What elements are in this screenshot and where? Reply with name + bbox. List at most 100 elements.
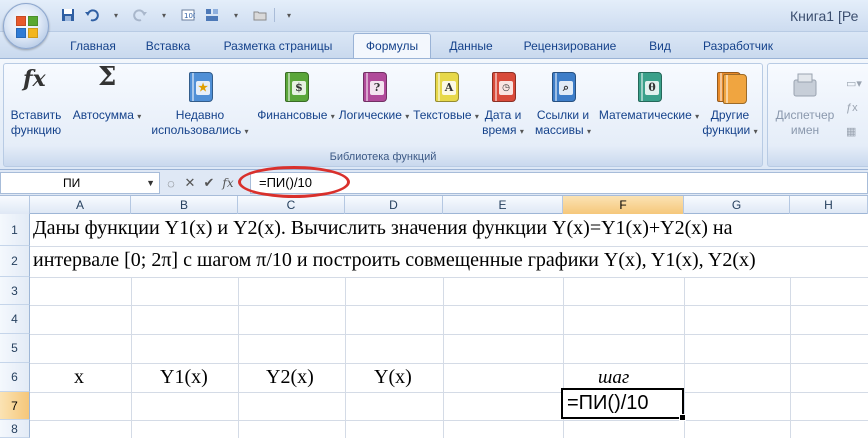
title-bar: ▾ ▾ 100 ▾ ▾ Книга1 [Ре xyxy=(0,0,868,32)
folder-icon[interactable] xyxy=(250,6,270,24)
office-button[interactable] xyxy=(3,3,49,49)
math-book-icon: θ xyxy=(632,70,666,104)
text-label: Текстовые xyxy=(413,108,472,122)
format-icon[interactable]: 100 xyxy=(178,6,198,24)
chevron-down-icon[interactable]: ▼ xyxy=(146,173,155,193)
autosum-label: Автосумма xyxy=(72,108,134,122)
office-logo-icon xyxy=(15,15,39,39)
row-header-1[interactable]: 1 xyxy=(0,214,30,246)
svg-text:100: 100 xyxy=(184,12,195,20)
highlight-circle xyxy=(238,166,350,198)
create-from-selection-icon[interactable]: ▦ xyxy=(846,120,862,144)
insert-function-icon[interactable]: fx xyxy=(221,176,235,190)
undo-icon[interactable] xyxy=(82,6,102,24)
column-header-e[interactable]: E xyxy=(443,196,563,214)
recently-used-button[interactable]: ★ Недавно использовались ▾ xyxy=(144,70,256,139)
function-library-group: fx Вставить функцию Σ Автосумма ▾ ★ Неда… xyxy=(3,63,763,167)
cell-c6[interactable]: Y2(x) xyxy=(266,366,314,389)
cell-a1[interactable]: Даны функции Y1(x) и Y2(x). Вычислить зн… xyxy=(33,217,732,240)
name-manager-label-1: Диспетчер xyxy=(775,108,835,122)
tab-view[interactable]: Вид xyxy=(640,36,680,58)
lookup-label-1: Ссылки и xyxy=(536,108,590,122)
chevron-down-icon: ▾ xyxy=(586,127,591,136)
financial-book-icon: $ xyxy=(279,70,313,104)
date-time-button[interactable]: ◷ Дата и время ▾ xyxy=(476,70,530,139)
chevron-down-icon: ▾ xyxy=(330,112,335,121)
cell-b6[interactable]: Y1(x) xyxy=(160,366,208,389)
column-header-c[interactable]: C xyxy=(238,196,345,214)
customize-icon[interactable]: ▾ xyxy=(279,6,299,24)
cancel-icon[interactable]: ✕ xyxy=(183,175,197,191)
column-headers: A B C D E F G H xyxy=(0,196,868,214)
more-functions-label-2: функции xyxy=(702,123,751,137)
star-book-icon: ★ xyxy=(183,70,217,104)
cell-a2[interactable]: интервале [0; 2π] с шагом π/10 и построи… xyxy=(33,249,756,272)
row-header-8[interactable]: 8 xyxy=(0,420,30,438)
use-in-formula-icon[interactable]: ƒx xyxy=(846,96,862,120)
chevron-down-icon: ▾ xyxy=(137,112,142,121)
column-header-a[interactable]: A xyxy=(30,196,131,214)
cell-a6[interactable]: x xyxy=(74,366,84,389)
column-header-g[interactable]: G xyxy=(684,196,790,214)
row-header-7[interactable]: 7 xyxy=(0,392,30,420)
math-trig-button[interactable]: θ Математические ▾ xyxy=(596,70,702,124)
recently-used-label-1: Недавно xyxy=(175,108,225,122)
formula-buttons: ◌ ✕ ✔ fx xyxy=(164,173,235,193)
column-header-d[interactable]: D xyxy=(345,196,443,214)
row-header-6[interactable]: 6 xyxy=(0,363,30,392)
layout-dropdown-icon[interactable]: ▾ xyxy=(226,6,246,24)
layout-icon[interactable] xyxy=(202,6,222,24)
save-icon[interactable] xyxy=(58,6,78,24)
tab-insert[interactable]: Вставка xyxy=(136,36,200,58)
name-manager-label-2: имен xyxy=(790,123,820,137)
lookup-reference-button[interactable]: ⌕ Ссылки и массивы ▾ xyxy=(530,70,596,139)
name-manager-icon xyxy=(788,70,822,104)
financial-label: Финансовые xyxy=(257,108,328,122)
more-functions-button[interactable]: Другие функции ▾ xyxy=(698,70,762,139)
row-header-4[interactable]: 4 xyxy=(0,305,30,334)
select-all-corner[interactable] xyxy=(0,196,30,214)
autosum-button[interactable]: Σ Автосумма ▾ xyxy=(72,62,142,124)
row-header-5[interactable]: 5 xyxy=(0,334,30,363)
column-header-b[interactable]: B xyxy=(131,196,238,214)
insert-function-button[interactable]: fx Вставить функцию xyxy=(6,68,66,138)
define-name-icon[interactable]: ▭▾ xyxy=(846,72,862,96)
math-label: Математические xyxy=(598,108,692,122)
function-library-label: Библиотека функций xyxy=(329,151,437,163)
tab-page-layout[interactable]: Разметка страницы xyxy=(210,36,346,58)
financial-button[interactable]: $ Финансовые ▾ xyxy=(256,70,336,124)
name-manager-button[interactable]: Диспетчер имен xyxy=(770,70,840,138)
lookup-label-2: массивы xyxy=(535,123,584,137)
tab-home[interactable]: Главная xyxy=(60,36,126,58)
tab-data[interactable]: Данные xyxy=(440,36,502,58)
redo-dropdown-icon[interactable]: ▾ xyxy=(154,6,174,24)
undo-dropdown-icon[interactable]: ▾ xyxy=(106,6,126,24)
text-button[interactable]: A Текстовые ▾ xyxy=(412,70,480,124)
toolbar-separator xyxy=(274,8,275,22)
tab-developer[interactable]: Разработчик xyxy=(690,36,786,58)
name-box[interactable]: ПИ ▼ xyxy=(0,172,160,194)
row-header-3[interactable]: 3 xyxy=(0,277,30,305)
enter-icon[interactable]: ✔ xyxy=(202,175,216,191)
row-header-2[interactable]: 2 xyxy=(0,246,30,277)
logical-book-icon: ? xyxy=(357,70,391,104)
lookup-book-icon: ⌕ xyxy=(546,70,580,104)
logical-label: Логические xyxy=(338,108,402,122)
column-header-f[interactable]: F xyxy=(563,196,684,214)
worksheet-grid[interactable]: A B C D E F G H 1 2 3 4 5 6 7 8 Даны фун… xyxy=(0,196,868,438)
more-functions-books-icon xyxy=(713,70,747,104)
tab-formulas[interactable]: Формулы xyxy=(353,33,431,58)
cell-f6[interactable]: шаг xyxy=(598,367,629,389)
defined-names-group: Диспетчер имен ▭▾ ƒx ▦ xyxy=(767,63,868,167)
tab-review[interactable]: Рецензирование xyxy=(512,36,628,58)
ribbon: fx Вставить функцию Σ Автосумма ▾ ★ Неда… xyxy=(0,58,868,170)
column-header-h[interactable]: H xyxy=(790,196,868,214)
ribbon-tabs: Главная Вставка Разметка страницы Формул… xyxy=(0,32,868,58)
chevron-down-icon: ▾ xyxy=(753,127,758,136)
window-title: Книга1 [Ре xyxy=(790,8,859,24)
cell-d6[interactable]: Y(x) xyxy=(374,366,412,389)
sigma-icon: Σ xyxy=(98,62,117,92)
active-cell-f7[interactable]: =ПИ()/10 xyxy=(561,388,686,421)
logical-button[interactable]: ? Логические ▾ xyxy=(336,70,412,124)
redo-icon[interactable] xyxy=(130,6,150,24)
